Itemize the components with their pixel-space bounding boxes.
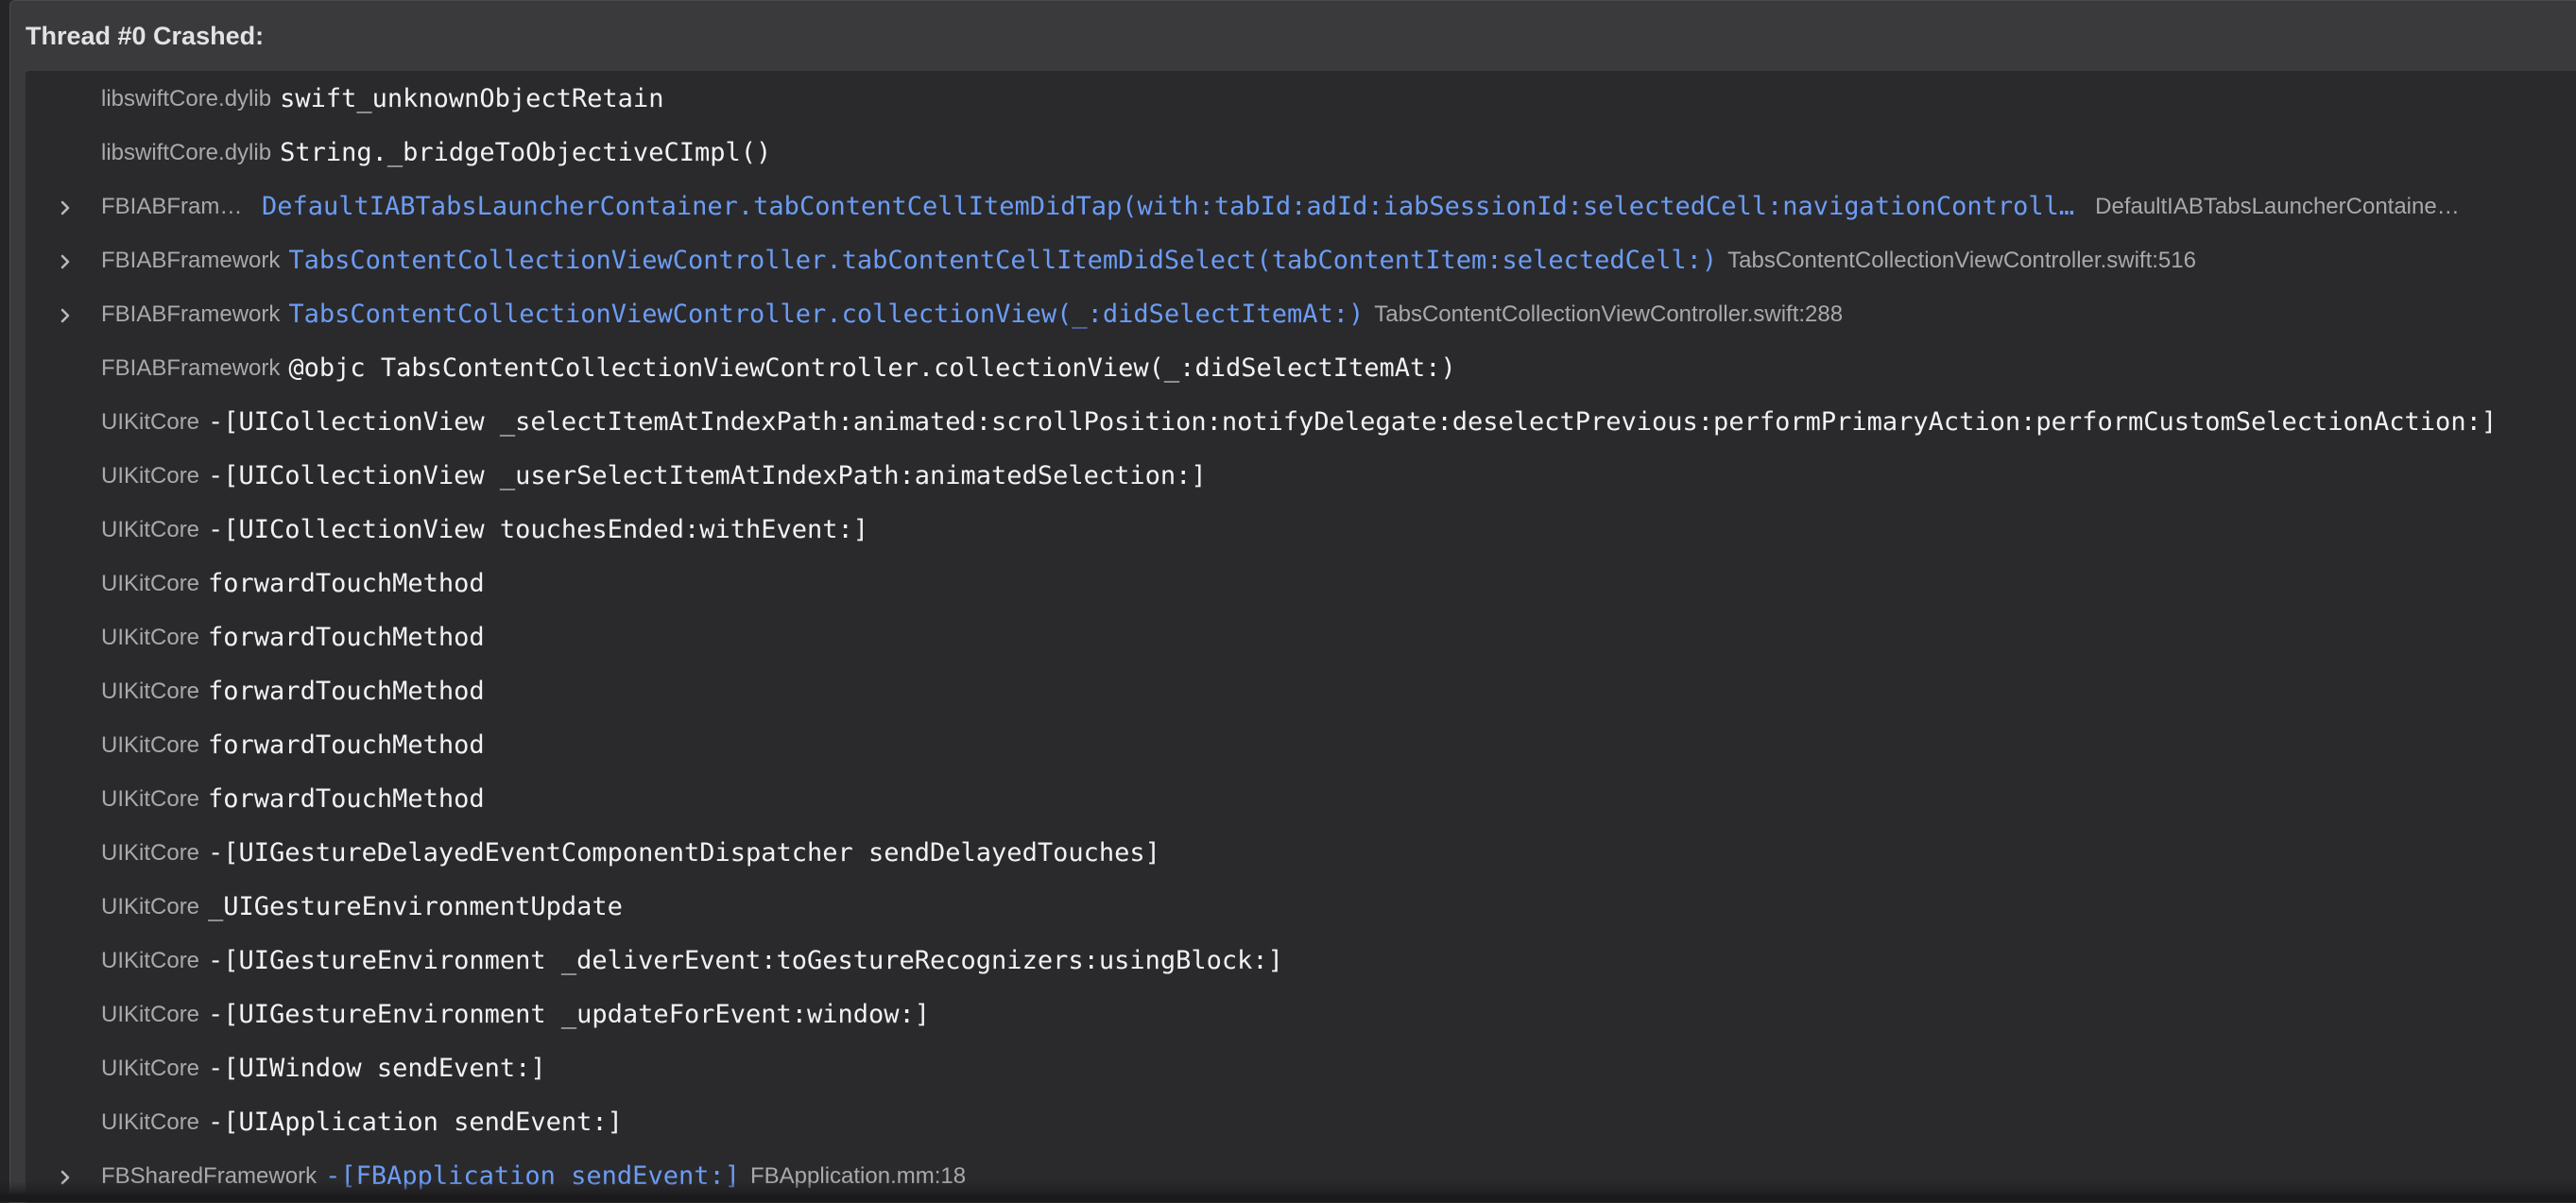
frame-library-name: UIKitCore (101, 624, 200, 650)
thread-title: Thread #0 Crashed: (26, 22, 265, 50)
stack-frame-line: UIKitCore -[UIGestureEnvironment _updateF… (101, 988, 930, 1041)
stack-frame-row[interactable]: UIKitCore -[UIWindow sendEvent:] (26, 1041, 2576, 1095)
frame-library-name: UIKitCore (101, 731, 200, 758)
frame-library-name: FBIABFramework (101, 301, 281, 327)
frame-symbol: forwardTouchMethod (208, 677, 485, 706)
stack-frame-line: UIKitCore -[UICollectionView _selectItemA… (101, 395, 2497, 449)
stack-frame-row[interactable]: FBIABFrame… DefaultIABTabsLauncherContain… (26, 180, 2576, 233)
frame-symbol: -[UIApplication sendEvent:] (208, 1108, 623, 1137)
frame-symbol: String._bridgeToObjectiveCImpl() (280, 138, 772, 167)
stack-frame-row[interactable]: UIKitCore -[UIGestureEnvironment _deliver… (26, 934, 2576, 988)
frame-symbol[interactable]: DefaultIABTabsLauncherContainer.tabConte… (262, 192, 2074, 221)
stack-frame-line: UIKitCore forwardTouchMethod (101, 664, 485, 718)
frame-source-location[interactable]: DefaultIABTabsLauncherContaine… (2095, 194, 2460, 220)
frame-symbol: @objc TabsContentCollectionViewControlle… (288, 353, 1456, 383)
stack-frame-line: FBIABFramework TabsContentCollectionViewC… (101, 233, 2196, 287)
frame-source-location[interactable]: TabsContentCollectionViewController.swif… (1727, 248, 2196, 274)
frame-library-name: UIKitCore (101, 947, 200, 973)
frame-symbol: -[UIGestureEnvironment _deliverEvent:toG… (208, 946, 1283, 975)
stack-frame-line: UIKitCore _UIGestureEnvironmentUpdate (101, 880, 623, 934)
stack-frame-line: UIKitCore forwardTouchMethod (101, 718, 485, 772)
disclosure-chevron-icon[interactable] (56, 306, 75, 325)
frame-symbol: forwardTouchMethod (208, 730, 485, 760)
stack-frame-list: libswiftCore.dylib swift_unknownObjectRet… (26, 72, 2576, 1203)
frame-symbol: forwardTouchMethod (208, 623, 485, 652)
stack-frame-line: FBIABFramework TabsContentCollectionViewC… (101, 287, 1843, 341)
stack-frame-row[interactable]: FBIABFramework TabsContentCollectionViewC… (26, 287, 2576, 341)
stack-frame-row[interactable]: FBIABFramework TabsContentCollectionViewC… (26, 233, 2576, 287)
disclosure-chevron-icon[interactable] (56, 198, 75, 217)
frame-symbol[interactable]: TabsContentCollectionViewController.tabC… (288, 246, 1717, 275)
stack-frame-row[interactable]: UIKitCore -[UIApplication sendEvent:] (26, 1095, 2576, 1149)
frame-library-name: libswiftCore.dylib (101, 139, 272, 165)
frame-library-name: UIKitCore (101, 1055, 200, 1081)
stack-frame-row[interactable]: UIKitCore -[UICollectionView _userSelectI… (26, 449, 2576, 503)
stack-frame-row[interactable]: libswiftCore.dylib swift_unknownObjectRet… (26, 72, 2576, 126)
frame-symbol: _UIGestureEnvironmentUpdate (208, 892, 623, 921)
frame-library-name: FBIABFrame… (101, 193, 250, 219)
stack-frame-line: UIKitCore -[UIApplication sendEvent:] (101, 1095, 623, 1149)
frame-symbol: forwardTouchMethod (208, 784, 485, 814)
frame-library-name: UIKitCore (101, 1108, 200, 1135)
stack-frame-line: libswiftCore.dylib String._bridgeToObject… (101, 126, 771, 180)
frame-library-name: UIKitCore (101, 839, 200, 866)
frame-library-name: FBIABFramework (101, 247, 281, 273)
frame-symbol: -[UIGestureDelayedEventComponentDispatch… (208, 838, 1160, 868)
frame-library-name: UIKitCore (101, 1001, 200, 1027)
frame-symbol: -[UICollectionView _selectItemAtIndexPat… (208, 407, 2498, 437)
stack-frame-line: FBIABFramework @objc TabsContentCollectio… (101, 341, 1456, 395)
stack-frame-line: UIKitCore -[UIGestureEnvironment _deliver… (101, 934, 1283, 988)
stack-frame-row[interactable]: UIKitCore -[UIGestureEnvironment _updateF… (26, 988, 2576, 1041)
stack-frame-row[interactable]: UIKitCore _UIGestureEnvironmentUpdate (26, 880, 2576, 934)
frame-symbol[interactable]: TabsContentCollectionViewController.coll… (288, 300, 1364, 329)
stack-trace-panel[interactable]: libswiftCore.dylib swift_unknownObjectRet… (26, 71, 2576, 1203)
disclosure-chevron-icon[interactable] (56, 252, 75, 271)
stack-frame-line: FBIABFrame… DefaultIABTabsLauncherContain… (101, 180, 2460, 233)
frame-source-location[interactable]: TabsContentCollectionViewController.swif… (1374, 301, 1843, 328)
stack-frame-row[interactable]: UIKitCore forwardTouchMethod (26, 772, 2576, 826)
frame-library-name: UIKitCore (101, 516, 200, 542)
stack-frame-line: UIKitCore forwardTouchMethod (101, 610, 485, 664)
bottom-bar (0, 1194, 2576, 1202)
stack-frame-line: UIKitCore forwardTouchMethod (101, 557, 485, 610)
frame-symbol: -[UIGestureEnvironment _updateForEvent:w… (208, 1000, 931, 1029)
frame-library-name: libswiftCore.dylib (101, 85, 272, 112)
frame-symbol: -[UICollectionView touchesEnded:withEven… (208, 515, 869, 544)
stack-frame-row[interactable]: UIKitCore forwardTouchMethod (26, 664, 2576, 718)
frame-library-name: UIKitCore (101, 785, 200, 812)
stack-frame-row[interactable]: libswiftCore.dylib String._bridgeToObject… (26, 126, 2576, 180)
stack-frame-line: UIKitCore -[UICollectionView _userSelectI… (101, 449, 1207, 503)
frame-symbol: forwardTouchMethod (208, 569, 485, 598)
stack-frame-line: libswiftCore.dylib swift_unknownObjectRet… (101, 72, 663, 126)
stack-frame-row[interactable]: UIKitCore forwardTouchMethod (26, 718, 2576, 772)
stack-frame-row[interactable]: UIKitCore -[UIGestureDelayedEventComponen… (26, 826, 2576, 880)
frame-library-name: UIKitCore (101, 570, 200, 596)
stack-frame-line: UIKitCore -[UICollectionView touchesEnded… (101, 503, 868, 557)
frame-library-name: UIKitCore (101, 678, 200, 704)
frame-library-name: FBIABFramework (101, 354, 281, 381)
frame-symbol: -[UICollectionView _userSelectItemAtInde… (208, 461, 1207, 490)
stack-frame-row[interactable]: UIKitCore -[UICollectionView touchesEnded… (26, 503, 2576, 557)
crash-report-window: Thread #0 Crashed: libswiftCore.dylib swi… (9, 0, 2576, 1203)
stack-frame-line: UIKitCore -[UIWindow sendEvent:] (101, 1041, 546, 1095)
frame-library-name: UIKitCore (101, 893, 200, 919)
stack-frame-line: UIKitCore forwardTouchMethod (101, 772, 485, 826)
stack-frame-row[interactable]: UIKitCore forwardTouchMethod (26, 610, 2576, 664)
frame-symbol: swift_unknownObjectRetain (280, 84, 664, 113)
frame-library-name: UIKitCore (101, 462, 200, 489)
stack-frame-row[interactable]: UIKitCore forwardTouchMethod (26, 557, 2576, 610)
frame-library-name: UIKitCore (101, 408, 200, 435)
frame-symbol: -[UIWindow sendEvent:] (208, 1054, 546, 1083)
stack-frame-line: UIKitCore -[UIGestureDelayedEventComponen… (101, 826, 1160, 880)
stack-frame-row[interactable]: FBIABFramework @objc TabsContentCollectio… (26, 341, 2576, 395)
stack-frame-row[interactable]: UIKitCore -[UICollectionView _selectItemA… (26, 395, 2576, 449)
